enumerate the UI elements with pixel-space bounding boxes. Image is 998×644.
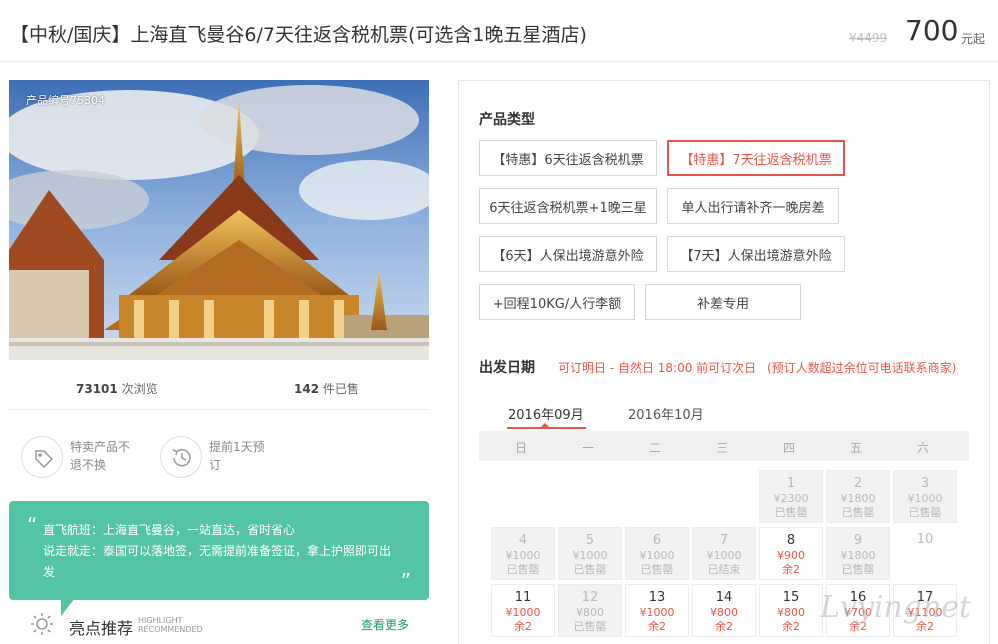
departure-date-label: 出发日期 <box>479 360 535 376</box>
option-special-6day[interactable]: 【特惠】6天往返含税机票 <box>479 140 657 176</box>
weekday-mon: 一 <box>581 441 594 455</box>
product-stats: 73101 次浏览 142 件已售 <box>9 360 429 410</box>
option-6day-hotel[interactable]: 6天往返含税机票+1晚三星 <box>479 188 657 224</box>
option-price-difference[interactable]: 补差专用 <box>645 284 801 320</box>
weekday-wed: 三 <box>715 441 728 455</box>
close-quote-icon: ” <box>400 569 411 593</box>
month-tab-september[interactable]: 2016年09月 <box>508 404 584 423</box>
option-insurance-7day[interactable]: 【7天】人保出境游意外险 <box>667 236 845 272</box>
calendar-day[interactable]: 3 ¥1000 已售罄 <box>893 470 957 523</box>
booking-deadline-hint: 可订明日 - 自然日 18:00 前可订次日 <box>558 361 757 375</box>
page-title: 【中秋/国庆】上海直飞曼谷6/7天往返含税机票(可选含1晚五星酒店) <box>10 24 587 46</box>
notice-line1: 直飞航班：上海直飞曼谷，一站直达，省时省心 <box>43 523 296 537</box>
advance-booking-badge-text: 提前1天预 订 <box>209 438 279 474</box>
no-refund-badge-text: 特卖产品不 退不换 <box>70 438 140 474</box>
notice-pointer <box>61 598 75 616</box>
advance-booking-line1: 提前1天预 <box>209 440 265 454</box>
calendar-day[interactable]: 8 ¥900 余2 <box>759 527 823 580</box>
option-insurance-6day[interactable]: 【6天】人保出境游意外险 <box>479 236 657 272</box>
option-single-supplement[interactable]: 单人出行请补齐一晚房差 <box>667 188 839 224</box>
weekday-fri: 五 <box>849 441 862 455</box>
weekday-tue: 二 <box>648 441 661 455</box>
calendar-day[interactable]: 2 ¥1800 已售罄 <box>826 470 890 523</box>
calendar-day[interactable]: 5 ¥1000 已售罄 <box>558 527 622 580</box>
option-return-baggage[interactable]: +回程10KG/人行李额 <box>479 284 635 320</box>
weekday-sun: 日 <box>514 441 527 455</box>
current-price: 700 <box>905 14 959 47</box>
calendar-day[interactable]: 15 ¥800 余2 <box>759 584 823 637</box>
calendar-day[interactable]: 6 ¥1000 已售罄 <box>625 527 689 580</box>
view-more-link[interactable]: 查看更多 <box>361 616 409 633</box>
temple-photo-image <box>9 80 429 360</box>
calendar-day: 10 <box>916 532 934 547</box>
calendar-day[interactable]: 11 ¥1000 余2 <box>491 584 555 637</box>
weekday-thu: 四 <box>782 441 795 455</box>
calendar-day[interactable]: 13 ¥1000 余2 <box>625 584 689 637</box>
month-tab-october[interactable]: 2016年10月 <box>628 404 704 423</box>
tag-icon <box>21 436 63 478</box>
active-month-caret-icon <box>540 423 550 428</box>
open-quote-icon: “ <box>27 513 38 537</box>
original-price: ¥4499 <box>849 31 888 45</box>
notice-line3: 发 <box>43 565 56 579</box>
advance-booking-line2: 订 <box>209 458 222 472</box>
calendar-day[interactable]: 4 ¥1000 已售罄 <box>491 527 555 580</box>
highlight-en-label: HIGHLIGHT RECOMMENDED <box>138 616 203 634</box>
no-refund-line1: 特卖产品不 <box>70 440 131 454</box>
highlight-en1: HIGHLIGHT <box>138 616 183 625</box>
sold-label: 件已售 <box>322 382 359 396</box>
calendar-day[interactable]: 14 ¥800 余2 <box>692 584 756 637</box>
views-label: 次浏览 <box>121 382 158 396</box>
product-id: 产品编号75304 <box>26 94 105 107</box>
sold-count: 142 <box>294 382 320 396</box>
highlight-en2: RECOMMENDED <box>138 625 203 634</box>
no-refund-line2: 退不换 <box>70 458 107 472</box>
views-count: 73101 <box>76 382 118 396</box>
views-stat: 73101 次浏览 <box>76 380 158 397</box>
option-special-7day[interactable]: 【特惠】7天往返含税机票 <box>667 140 845 176</box>
site-watermark: Lvyingnet <box>820 590 972 625</box>
sun-icon <box>30 612 54 636</box>
product-photo[interactable] <box>9 80 429 360</box>
page-header: 【中秋/国庆】上海直飞曼谷6/7天往返含税机票(可选含1晚五星酒店) ¥4499… <box>0 0 998 62</box>
calendar-day[interactable]: 1 ¥2300 已售罄 <box>759 470 823 523</box>
calendar-day[interactable]: 7 ¥1000 已结束 <box>692 527 756 580</box>
highlight-title: 亮点推荐 <box>69 619 134 638</box>
sold-stat: 142 件已售 <box>294 380 359 397</box>
notice-line2: 说走就走：泰国可以落地签，无需提前准备签证，拿上护照即可出 <box>43 544 392 558</box>
feature-notice-box: “ 直飞航班：上海直飞曼谷，一站直达，省时省心 说走就走：泰国可以落地签，无需提… <box>9 501 429 600</box>
price-unit: 元起 <box>961 32 986 46</box>
weekday-header: 日 一 二 三 四 五 六 <box>479 431 969 461</box>
seat-availability-hint: (预订人数超过余位可电话联系商家) <box>767 361 957 375</box>
calendar-day[interactable]: 9 ¥1800 已售罄 <box>826 527 890 580</box>
weekday-sat: 六 <box>916 441 929 455</box>
calendar-day[interactable]: 12 ¥800 已售罄 <box>558 584 622 637</box>
product-type-label: 产品类型 <box>479 112 535 128</box>
history-clock-icon <box>160 436 202 478</box>
